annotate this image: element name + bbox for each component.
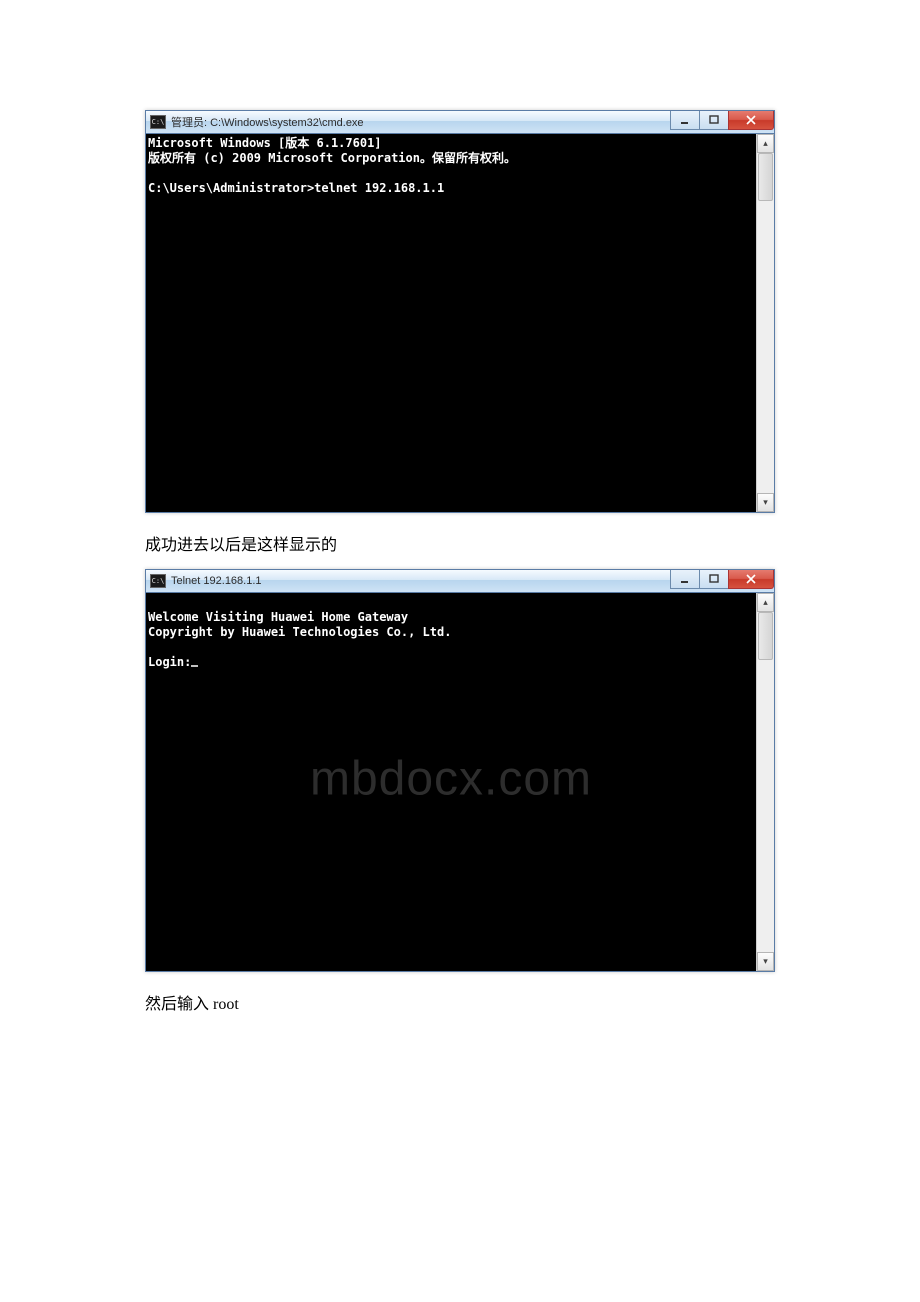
scroll-down-button[interactable]: ▾ [757,952,774,971]
terminal-output-2[interactable]: Welcome Visiting Huawei Home Gateway Cop… [146,593,756,971]
close-icon [745,574,757,584]
terminal-body-2: Welcome Visiting Huawei Home Gateway Cop… [146,593,774,971]
window-title-1: 管理员: C:\Windows\system32\cmd.exe [171,114,364,130]
titlebar-1[interactable]: C:\ 管理员: C:\Windows\system32\cmd.exe [146,111,774,134]
scroll-up-button[interactable]: ▴ [757,593,774,612]
watermark-text: mbdocx.com [310,772,592,787]
terminal-line: C:\Users\Administrator>telnet 192.168.1.… [148,181,444,195]
cmd-icon: C:\ [150,574,166,588]
cmd-icon: C:\ [150,115,166,129]
scroll-down-button[interactable]: ▾ [757,493,774,512]
terminal-output-1[interactable]: Microsoft Windows [版本 6.1.7601] 版权所有 (c)… [146,134,756,512]
scroll-thumb[interactable] [758,612,773,660]
terminal-line: Copyright by Huawei Technologies Co., Lt… [148,625,451,639]
terminal-body-1: Microsoft Windows [版本 6.1.7601] 版权所有 (c)… [146,134,774,512]
scrollbar-2[interactable]: ▴ ▾ [756,593,774,971]
close-button[interactable] [728,111,774,130]
scroll-track[interactable] [757,153,774,493]
cmd-window-2: C:\ Telnet 192.168.1.1 Welcome Visiting … [145,569,775,972]
terminal-line: Microsoft Windows [版本 6.1.7601] [148,136,382,150]
maximize-icon [709,115,719,125]
minimize-icon [680,574,690,584]
window-controls-2 [671,570,774,588]
window-controls-1 [671,111,774,129]
close-icon [745,115,757,125]
minimize-icon [680,115,690,125]
cmd-window-1: C:\ 管理员: C:\Windows\system32\cmd.exe Mic… [145,110,775,513]
titlebar-2[interactable]: C:\ Telnet 192.168.1.1 [146,570,774,593]
caption-2: 然后输入 root [145,990,775,1014]
minimize-button[interactable] [670,111,700,130]
caption-1: 成功进去以后是这样显示的 [145,531,775,555]
maximize-icon [709,574,719,584]
scroll-thumb[interactable] [758,153,773,201]
document-page: C:\ 管理员: C:\Windows\system32\cmd.exe Mic… [0,0,920,1088]
terminal-line: 版权所有 (c) 2009 Microsoft Corporation。保留所有… [148,151,516,165]
terminal-line: Welcome Visiting Huawei Home Gateway [148,610,408,624]
scrollbar-1[interactable]: ▴ ▾ [756,134,774,512]
minimize-button[interactable] [670,570,700,589]
scroll-track[interactable] [757,612,774,952]
scroll-up-button[interactable]: ▴ [757,134,774,153]
maximize-button[interactable] [699,111,729,130]
window-title-2: Telnet 192.168.1.1 [171,575,262,587]
maximize-button[interactable] [699,570,729,589]
cursor [191,665,198,667]
terminal-line: Login: [148,655,191,669]
close-button[interactable] [728,570,774,589]
